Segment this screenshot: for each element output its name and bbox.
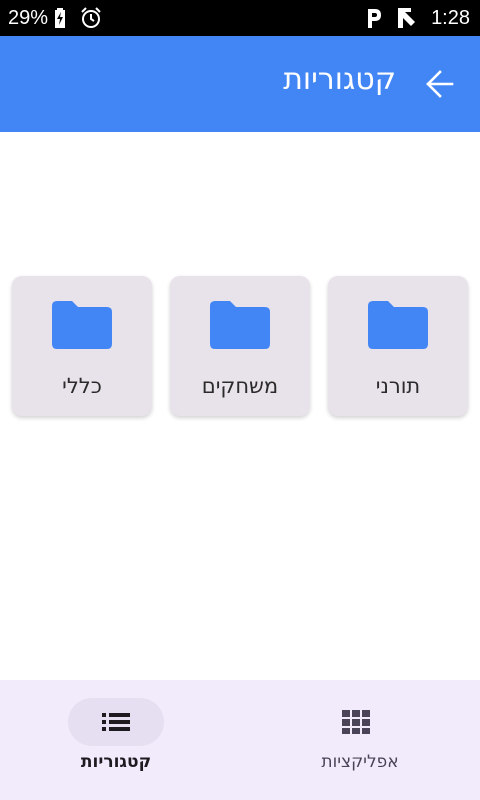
battery-charging-icon [54, 8, 66, 28]
status-right: 1:28 [365, 0, 470, 36]
back-button[interactable] [420, 64, 460, 104]
status-left: 29% [8, 0, 102, 36]
nav-label-apps: אפליקציות [321, 752, 399, 772]
category-card[interactable]: כללי [12, 276, 152, 416]
battery-percent: 29% [8, 6, 49, 29]
status-bar: 29% 1:28 [0, 0, 480, 36]
category-label: תורני [375, 374, 421, 398]
category-card[interactable]: משחקים [170, 276, 310, 416]
nav-label-categories: קטגוריות [80, 752, 152, 772]
folder-icon [368, 301, 428, 349]
alarm-icon [80, 7, 102, 29]
list-icon [102, 713, 130, 731]
category-card[interactable]: תורני [328, 276, 468, 416]
folder-icon [52, 301, 112, 349]
category-label: משחקים [201, 374, 279, 398]
nav-item-categories[interactable]: קטגוריות [0, 680, 240, 800]
category-label: כללי [62, 374, 102, 398]
nav-apps-indicator [308, 698, 404, 746]
nav-selected-indicator [68, 698, 164, 746]
app-bar: קטגוריות [0, 36, 480, 132]
page-title: קטגוריות [283, 62, 396, 97]
bottom-navigation: אפליקציות קטגוריות [0, 680, 480, 800]
nav-item-apps[interactable]: אפליקציות [240, 680, 480, 800]
apps-grid-icon [342, 710, 370, 734]
parking-icon [365, 7, 383, 29]
arrow-back-icon [426, 70, 454, 98]
media-icon [395, 6, 419, 30]
clock-time: 1:28 [431, 6, 470, 29]
folder-icon [210, 301, 270, 349]
category-grid: תורני משחקים כללי [0, 276, 480, 416]
